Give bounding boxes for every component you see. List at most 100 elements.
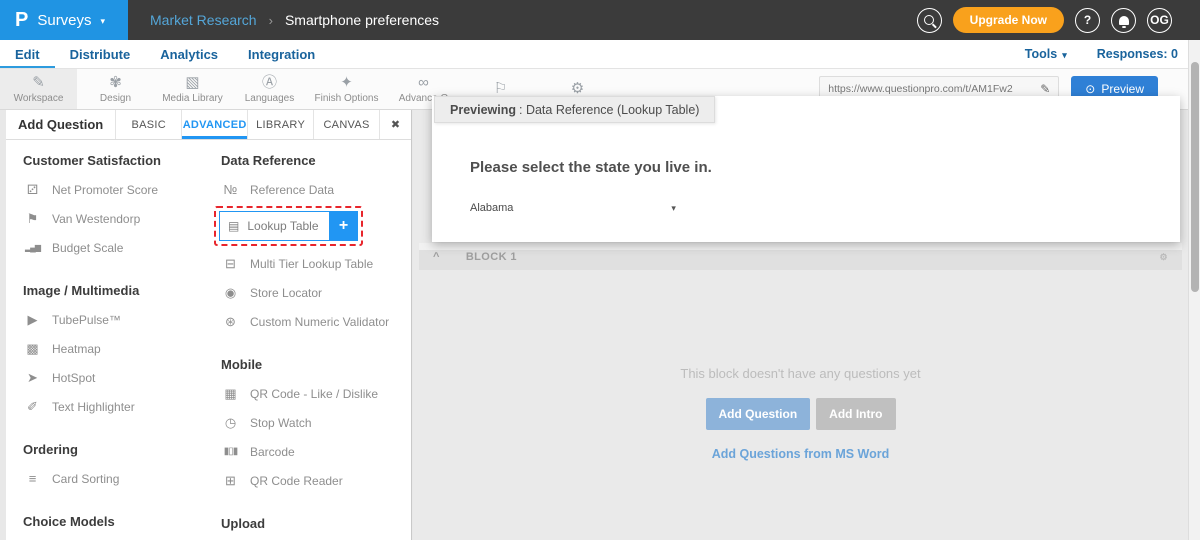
preview-popup-label: Previewing : Data Reference (Lookup Tabl… [434,96,715,123]
chevron-down-icon: ▾ [671,203,676,214]
question-type-columns: Customer Satisfaction ⚂ Net Promoter Sco… [6,140,411,540]
header-actions: Upgrade Now ? OG [917,7,1200,33]
tag-icon: ⚐ [494,81,507,97]
section-title: Customer Satisfaction [23,153,221,168]
block-divider [419,243,1182,250]
question-type-column-1: Customer Satisfaction ⚂ Net Promoter Sco… [23,150,221,540]
section-title: Mobile [221,357,406,372]
price-tag-icon: ⚑ [23,211,42,227]
item-label: Budget Scale [52,241,123,255]
sidebar-item-heatmap[interactable]: ▩ Heatmap [23,334,221,363]
nav-tab-edit[interactable]: Edit [0,40,55,68]
close-icon: ✖ [391,118,400,131]
reference-data-icon: № [221,182,240,197]
notifications-button[interactable] [1111,8,1136,33]
block-header-inner: ^ BLOCK 1 ⚙ [419,250,1182,269]
nav-tab-distribute[interactable]: Distribute [55,40,146,68]
sidebar-item-barcode[interactable]: ▮▯▮ Barcode [221,437,406,466]
help-button[interactable]: ? [1075,8,1100,33]
preview-popup: Previewing : Data Reference (Lookup Tabl… [432,96,1180,242]
responses-count[interactable]: Responses: 0 [1097,47,1178,61]
add-question-panel: Add Question BASIC ADVANCED LIBRARY CANV… [6,110,412,540]
toolbar-finish-options-button[interactable]: ✦ Finish Options [308,69,385,109]
panel-title: Add Question [6,110,115,139]
sidebar-item-conjoint[interactable]: ▤▤ Conjoint [23,536,221,540]
collapse-chevron-icon[interactable]: ^ [433,251,440,263]
add-lookup-table-button[interactable]: + [330,211,358,241]
upgrade-now-button[interactable]: Upgrade Now [953,7,1064,33]
item-label: Store Locator [250,286,322,300]
nav-tab-integration[interactable]: Integration [233,40,330,68]
toolbar-design-button[interactable]: ✾ Design [77,69,154,109]
add-intro-button[interactable]: Add Intro [816,398,895,430]
sidebar-item-tubepulse[interactable]: ▶ TubePulse™ [23,305,221,334]
survey-builder-app: P Surveys ▾ Market Research › Smartphone… [0,0,1200,540]
tab-advanced[interactable]: ADVANCED [181,110,247,139]
bar-chart-icon: ▂▄▆ [23,243,42,252]
item-label: Card Sorting [52,472,119,486]
survey-url-input[interactable] [828,83,1034,95]
sidebar-item-qr-code-like-dislike[interactable]: ▦ QR Code - Like / Dislike [221,379,406,408]
sidebar-item-budget-scale[interactable]: ▂▄▆ Budget Scale [23,233,221,262]
nav-tab-analytics[interactable]: Analytics [145,40,233,68]
product-switcher[interactable]: P Surveys ▾ [0,0,128,40]
toolbar-button-label: Languages [245,93,295,104]
block-header-bar[interactable]: ^ BLOCK 1 ⚙ [419,250,1182,270]
item-label: Reference Data [250,183,334,197]
sidebar-item-stop-watch[interactable]: ◷ Stop Watch [221,408,406,437]
toolbar-button-label: Design [100,93,131,104]
list-icon: ≡ [23,471,42,486]
add-question-button[interactable]: Add Question [706,398,811,430]
sidebar-item-lookup-table[interactable]: ▤ Lookup Table [219,211,330,241]
sidebar-item-reference-data[interactable]: № Reference Data [221,175,406,204]
sidebar-item-qr-code-reader[interactable]: ⊞ QR Code Reader [221,466,406,495]
avatar[interactable]: OG [1147,8,1172,33]
sidebar-item-net-promoter-score[interactable]: ⚂ Net Promoter Score [23,175,221,204]
sidebar-item-hotspot[interactable]: ➤ HotSpot [23,363,221,392]
block-settings-icon[interactable]: ⚙ [1160,252,1168,263]
toolbar-button-label: Workspace [14,93,64,104]
close-panel-button[interactable]: ✖ [379,110,411,139]
sidebar-item-store-locator[interactable]: ◉ Store Locator [221,278,406,307]
toolbar-media-library-button[interactable]: ▧ Media Library [154,69,231,109]
item-label: Lookup Table [247,219,318,233]
toolbar-workspace-button[interactable]: ✎ Workspace [0,69,77,109]
item-label: Custom Numeric Validator [250,315,389,329]
edit-url-icon[interactable]: ✎ [1040,82,1050,96]
sidebar-item-text-highlighter[interactable]: ✐ Text Highlighter [23,392,221,421]
previewing-label: Previewing [450,103,516,117]
panel-tabs: Add Question BASIC ADVANCED LIBRARY CANV… [6,110,411,140]
tab-library[interactable]: LIBRARY [247,110,313,139]
sidebar-item-custom-numeric-validator[interactable]: ⊛ Custom Numeric Validator [221,307,406,336]
barcode-icon: ▮▯▮ [221,446,240,457]
search-button[interactable] [917,8,942,33]
survey-nav: Edit Distribute Analytics Integration To… [0,40,1200,68]
image-icon: ▧ [185,75,199,91]
page-scrollbar [1188,40,1200,540]
add-questions-ms-word-link[interactable]: Add Questions from MS Word [712,447,890,461]
sidebar-item-van-westendorp[interactable]: ⚑ Van Westendorp [23,204,221,233]
section-title: Data Reference [221,153,406,168]
tab-canvas[interactable]: CANVAS [313,110,379,139]
breadcrumb-folder[interactable]: Market Research [150,12,257,28]
item-label: Barcode [250,445,295,459]
item-label: QR Code Reader [250,474,343,488]
link-chain-icon: ∞ [418,75,429,91]
breadcrumb-survey-name: Smartphone preferences [285,12,439,28]
preview-button-label: Preview [1101,82,1144,96]
block-title: BLOCK 1 [466,251,517,263]
tools-menu[interactable]: Tools▾ [1025,47,1067,61]
sidebar-item-card-sorting[interactable]: ≡ Card Sorting [23,464,221,493]
gear-icon: ⚙ [571,81,584,97]
section-title: Choice Models [23,514,221,529]
sidebar-item-multi-tier-lookup-table[interactable]: ⊟ Multi Tier Lookup Table [221,249,406,278]
tab-basic[interactable]: BASIC [115,110,181,139]
preview-state-dropdown[interactable]: Alabama ▾ [470,202,676,214]
bell-icon [1119,16,1129,25]
magic-wand-icon: ✦ [340,75,353,91]
toolbar-languages-button[interactable]: Ⓐ Languages [231,69,308,109]
chevron-down-icon: ▾ [101,16,106,27]
chevron-down-icon: ▾ [1062,50,1067,61]
item-label: QR Code - Like / Dislike [250,387,378,401]
scrollbar-thumb[interactable] [1191,62,1199,292]
